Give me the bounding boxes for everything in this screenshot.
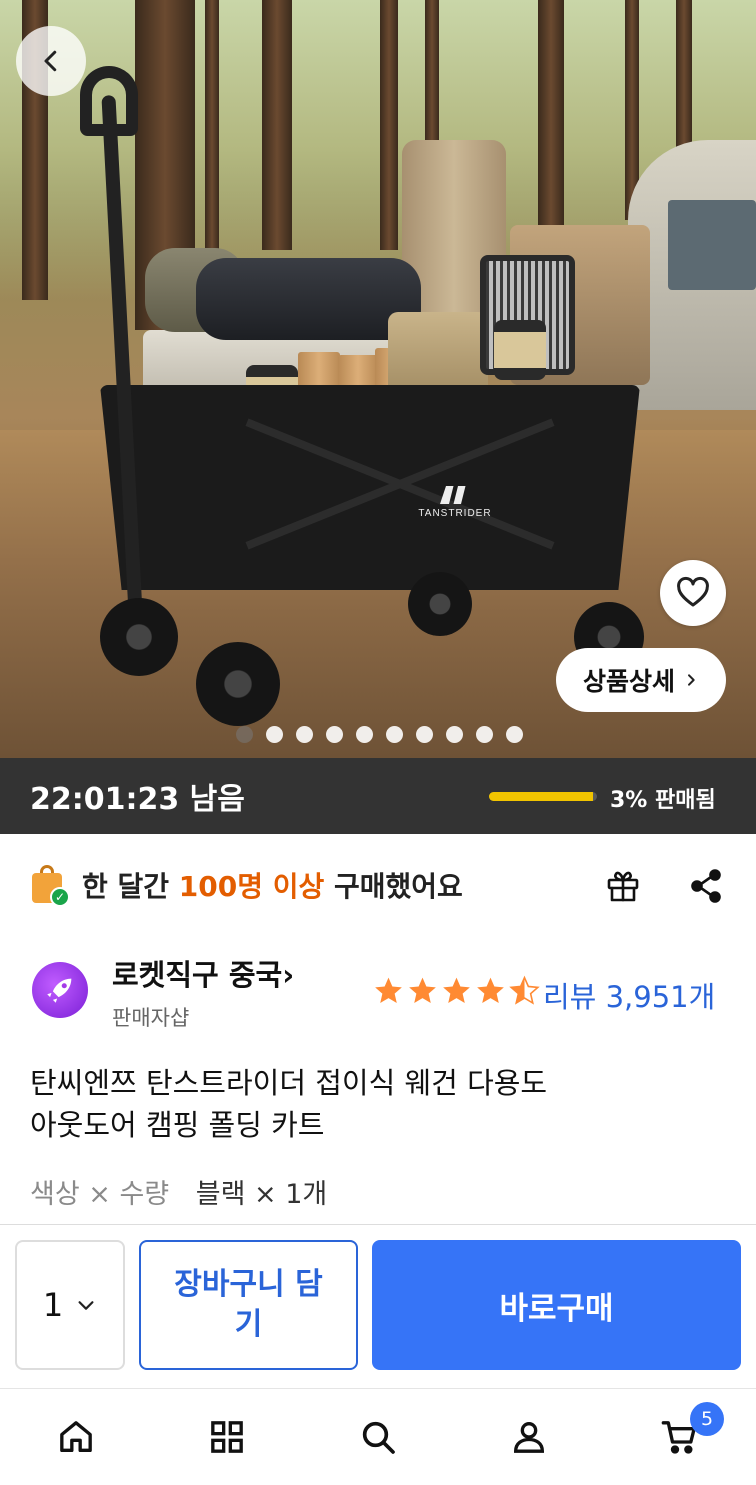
carousel-dot[interactable] [506,726,523,743]
sold-progress-fill [489,792,593,801]
divider [0,1224,756,1225]
wheel [196,642,280,726]
carousel-dot[interactable] [476,726,493,743]
wagon-body [100,385,640,590]
carousel-indicator [236,726,523,743]
tree-trunk [380,0,398,250]
selected-option[interactable]: 색상 × 수량 블랙 × 1개 [30,1172,327,1211]
back-button[interactable] [16,26,86,96]
lantern [494,320,546,380]
home-icon [60,1421,92,1452]
option-label: 색상 × 수량 [30,1179,170,1210]
carousel-dot[interactable] [416,726,433,743]
sold-percent-label: 3% 판매됨 [610,788,716,813]
seller-name-link[interactable]: 로켓직구 중국› [112,952,294,994]
share-icon[interactable] [686,866,726,906]
purchase-count-highlight: 100명 이상 [178,870,325,903]
cart-count-badge: 5 [690,1402,724,1436]
gift-icon[interactable] [603,866,643,906]
wheel [408,572,472,636]
purchase-count-text: 한 달간 100명 이상 구매했어요 [82,870,463,903]
chevron-right-icon [688,674,695,686]
chevron-left-icon [44,50,57,72]
search-icon [362,1421,395,1454]
time-remaining: 22:01:23 남음 [30,782,245,817]
wheel [100,598,178,676]
tree-trunk [538,0,564,240]
categories-icon [211,1421,243,1453]
wishlist-button[interactable] [660,560,726,626]
carousel-dot[interactable] [236,726,253,743]
rocket-icon [47,978,72,1003]
add-to-cart-button[interactable]: 장바구니 담기 [139,1240,358,1370]
option-value: 블랙 × 1개 [195,1179,328,1210]
tree-trunk [425,0,439,160]
wagon-logo: TANSTRIDER [410,486,500,519]
rating-stars [372,975,541,1007]
shopping-bag-check-icon: ✓ [30,863,72,907]
quantity-select[interactable]: 1 [15,1240,125,1370]
chevron-down-icon [78,1301,94,1310]
carousel-dot[interactable] [296,726,313,743]
product-title: 탄씨엔쯔 탄스트라이더 접이식 웨건 다용도 아웃도어 캠핑 폴딩 카트 [30,1066,548,1142]
buy-now-button[interactable]: 바로구매 [372,1240,741,1370]
quantity-value: 1 [42,1286,64,1324]
bottom-navigation [0,1388,756,1485]
review-count-link[interactable]: 리뷰 3,951개 [543,974,715,1016]
star-icon [375,977,402,1003]
product-image-carousel[interactable]: TANSTRIDER 상품상세 [0,0,756,758]
heart-icon [677,576,709,607]
nav-home[interactable] [52,1413,100,1461]
half-star-icon [509,975,540,1005]
product-detail-button[interactable]: 상품상세 [556,648,726,712]
sold-progress-bar [489,792,597,801]
tree-trunk [262,0,292,250]
star-icon [409,977,436,1003]
seller-shop-label: 판매자샵 [112,1006,190,1030]
carousel-dot[interactable] [356,726,373,743]
wagon-handle-grip [80,66,138,136]
brand-text: TANSTRIDER [418,508,492,519]
my-page-icon [513,1422,545,1453]
nav-search[interactable] [354,1413,402,1461]
chevron-right-icon: › [282,958,295,992]
seller-avatar[interactable] [32,962,88,1018]
nav-my-page[interactable] [505,1413,553,1461]
tent-door [668,200,756,290]
carousel-dot[interactable] [326,726,343,743]
carousel-dot[interactable] [266,726,283,743]
star-icon [443,977,470,1003]
carousel-dot[interactable] [446,726,463,743]
product-detail-label: 상품상세 [582,667,675,696]
tree-trunk [205,0,219,260]
brand-mark-icon [440,486,466,504]
carousel-dot[interactable] [386,726,403,743]
star-icon [477,977,504,1003]
nav-categories[interactable] [203,1413,251,1461]
